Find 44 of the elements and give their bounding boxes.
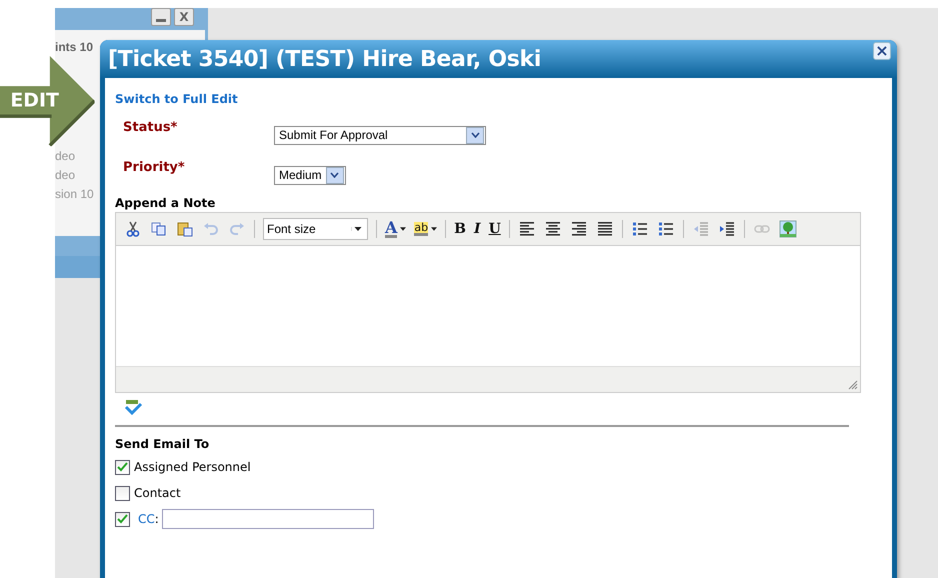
cc-link[interactable]: CC xyxy=(138,512,155,526)
checkbox-label: Contact xyxy=(134,486,181,500)
checkbox[interactable] xyxy=(115,460,130,474)
edit-arrow-callout: EDIT xyxy=(0,56,95,146)
list-text: deo xyxy=(55,149,76,165)
field-label: Priority* xyxy=(123,160,186,175)
align-center-icon[interactable] xyxy=(544,220,562,238)
dropdown[interactable]: Submit For Approval xyxy=(274,126,486,144)
bold-button[interactable]: B xyxy=(454,221,466,237)
numbers-icon[interactable] xyxy=(656,220,675,238)
spellcheck-icon[interactable] xyxy=(123,399,143,415)
caret-icon[interactable] xyxy=(431,227,438,231)
align-right-icon[interactable] xyxy=(570,220,588,238)
checkbox[interactable] xyxy=(115,486,130,500)
colon-text: : xyxy=(154,512,159,526)
bullets-icon[interactable] xyxy=(630,220,649,238)
field-label: Status* xyxy=(123,120,178,135)
section-label: Append a Note xyxy=(115,196,216,210)
list-text: deo xyxy=(55,168,76,184)
justify-icon[interactable] xyxy=(596,220,614,238)
list-text: sion 10 xyxy=(55,187,95,203)
align-left-icon[interactable] xyxy=(518,220,536,238)
paste-icon[interactable] xyxy=(176,220,194,238)
full-edit-link[interactable]: Switch to Full Edit xyxy=(115,92,238,106)
font-size-dropdown[interactable]: Font size xyxy=(263,218,368,240)
cc-input-field[interactable] xyxy=(162,509,374,529)
caret-icon[interactable] xyxy=(400,227,406,231)
underline-button[interactable]: U xyxy=(488,221,501,237)
checkbox[interactable] xyxy=(115,512,130,526)
dialog-title: [Ticket 3540] (TEST) Hire Bear, Oski xyxy=(108,46,542,72)
dropdown[interactable]: Medium xyxy=(274,166,346,184)
image-icon[interactable] xyxy=(778,220,797,238)
indent-icon[interactable] xyxy=(718,220,736,238)
close-button[interactable]: X xyxy=(174,8,194,26)
list-text: ints 10 xyxy=(55,40,94,56)
resize-handle-icon[interactable] xyxy=(848,380,858,390)
italic-button[interactable]: I xyxy=(474,221,481,237)
cut-icon[interactable] xyxy=(124,220,142,238)
section-label: Send Email To xyxy=(115,437,210,451)
close-button[interactable]: × xyxy=(873,42,891,60)
checkbox-label: Assigned Personnel xyxy=(134,460,251,474)
text-color-button[interactable]: A xyxy=(385,220,406,238)
copy-icon[interactable] xyxy=(150,220,168,238)
minimize-button[interactable] xyxy=(151,8,171,26)
